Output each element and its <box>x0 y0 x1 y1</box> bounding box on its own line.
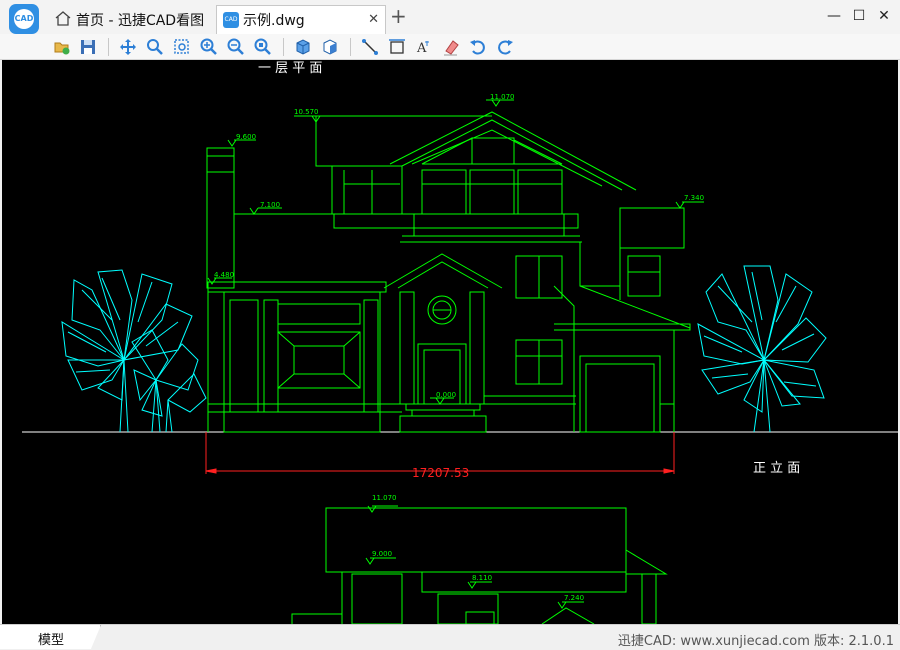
redo-icon[interactable] <box>495 37 515 57</box>
house-elevation <box>206 111 691 433</box>
close-tab-icon[interactable]: ✕ <box>368 12 379 27</box>
measure-area-icon[interactable] <box>387 37 407 57</box>
close-window-icon[interactable]: ✕ <box>874 8 894 24</box>
level-lower-mid: 9.000 <box>372 550 392 558</box>
drawing-canvas[interactable]: 一 层 平 面 正 立 面 17207.53 11.070 10.570 9.6… <box>2 60 898 624</box>
level-eave: 4.480 <box>214 271 234 279</box>
app-logo[interactable]: CAD <box>9 4 39 34</box>
level-lower-ridge: 11.070 <box>372 494 397 502</box>
minimize-icon[interactable]: — <box>824 8 844 24</box>
status-bar: 模型 迅捷CAD: www.xunjiecad.com 版本: 2.1.0.1 <box>0 624 900 650</box>
pan-icon[interactable] <box>118 37 138 57</box>
tree-left <box>61 269 207 433</box>
level-ridge: 11.070 <box>490 93 515 101</box>
level-left-top: 10.570 <box>294 108 319 116</box>
level-ground: 0.000 <box>436 391 456 399</box>
svg-text:A: A <box>416 41 427 56</box>
tab-file[interactable]: CAD 示例.dwg ✕ <box>216 5 386 34</box>
level-mid: 7.100 <box>260 201 280 209</box>
new-tab-icon[interactable]: + <box>390 6 407 26</box>
erase-icon[interactable] <box>441 37 461 57</box>
dimension-value: 17207.53 <box>412 466 469 480</box>
model-tab-label: 模型 <box>38 633 65 648</box>
tab-home[interactable]: 首页 - 迅捷CAD看图 <box>50 5 213 34</box>
tab-home-label: 首页 - 迅捷CAD看图 <box>76 12 205 29</box>
layer-icon[interactable] <box>320 37 340 57</box>
level-right: 7.340 <box>684 194 704 202</box>
tree-right <box>697 265 827 433</box>
toolbar: A <box>0 34 900 60</box>
level-lower-right: 8.110 <box>472 574 492 582</box>
save-icon[interactable] <box>78 37 98 57</box>
zoom-out-icon[interactable] <box>226 37 246 57</box>
measure-line-icon[interactable] <box>360 37 380 57</box>
zoom-realtime-icon[interactable] <box>145 37 165 57</box>
zoom-in-icon[interactable] <box>199 37 219 57</box>
open-file-icon[interactable] <box>52 37 72 57</box>
3d-view-icon[interactable] <box>293 37 313 57</box>
level-lower-small: 7.240 <box>564 594 584 602</box>
drawing-title-top: 一 层 平 面 <box>258 61 322 76</box>
model-tab[interactable]: 模型 <box>0 625 101 649</box>
app-logo-text: CAD <box>14 14 34 23</box>
zoom-extents-icon[interactable] <box>253 37 273 57</box>
level-marks <box>207 99 704 609</box>
text-icon[interactable]: A <box>414 37 434 57</box>
zoom-window-icon[interactable] <box>172 37 192 57</box>
level-chimney: 9.600 <box>236 133 256 141</box>
tab-file-label: 示例.dwg <box>243 13 305 29</box>
undo-icon[interactable] <box>468 37 488 57</box>
cad-drawing: 一 层 平 面 正 立 面 17207.53 11.070 10.570 9.6… <box>22 61 898 624</box>
status-info: 迅捷CAD: www.xunjiecad.com 版本: 2.1.0.1 <box>617 634 894 649</box>
title-bar: CAD 首页 - 迅捷CAD看图 CAD 示例.dwg ✕ + — ☐ ✕ <box>0 0 900 34</box>
house-elevation-lower <box>291 507 668 624</box>
elevation-label: 正 立 面 <box>753 461 800 476</box>
home-icon <box>54 10 72 30</box>
dwg-file-icon: CAD <box>223 12 239 28</box>
maximize-icon[interactable]: ☐ <box>849 8 869 24</box>
